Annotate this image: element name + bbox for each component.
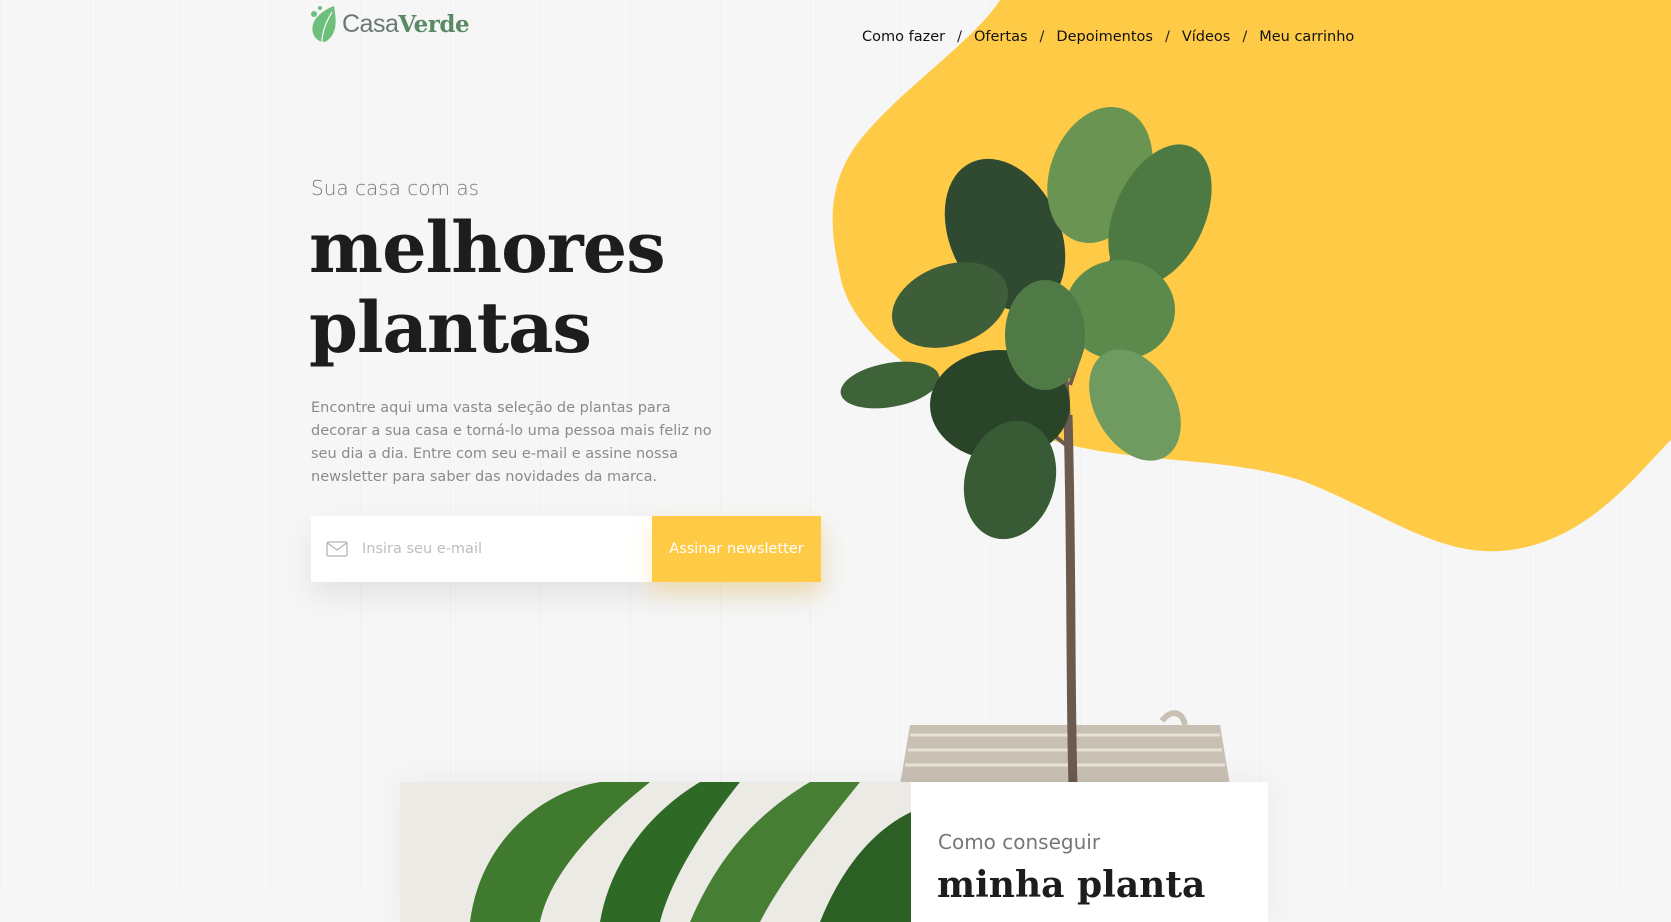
fiddle-leaf-plant-image [840,107,1230,785]
main-nav: Como fazer / Ofertas / Depoimentos / Víd… [862,29,1354,45]
monstera-leaves-graphic [470,782,911,922]
feature-card: Como conseguir minha planta [400,782,1268,922]
nav-link-como-fazer[interactable]: Como fazer [862,29,945,45]
brand-name-bold: Verde [398,10,470,38]
hero-description: Encontre aqui uma vasta seleção de plant… [311,400,712,485]
leaf-logo-icon [311,6,336,43]
nav-link-videos[interactable]: Vídeos [1182,29,1231,45]
brand-logo[interactable]: CasaVerde [308,4,470,44]
feature-kicker: Como conseguir [938,830,1101,854]
nav-separator: / [957,29,962,45]
mail-icon [326,541,348,557]
brand-name: CasaVerde [342,9,470,39]
nav-separator: / [1039,29,1045,45]
nav-link-depoimentos[interactable]: Depoimentos [1056,29,1153,45]
plant-leaves [840,107,1212,540]
hero-title: melhores plantas [309,206,666,369]
monstera-image [400,782,911,922]
nav-link-meu-carrinho[interactable]: Meu carrinho [1259,29,1354,45]
nav-link-ofertas[interactable]: Ofertas [974,29,1028,45]
email-field-wrapper[interactable] [311,516,652,582]
hero-title-line1: melhores [309,206,666,289]
hero-kicker: Sua casa com as [311,176,480,200]
hero-title-line2: plantas [309,286,592,369]
email-input[interactable] [360,540,644,558]
feature-title: minha planta [937,864,1206,906]
brand-name-light: Casa [342,9,399,38]
nav-separator: / [1164,29,1170,45]
nav-separator: / [1242,29,1248,45]
newsletter-form: Assinar newsletter [311,516,821,582]
